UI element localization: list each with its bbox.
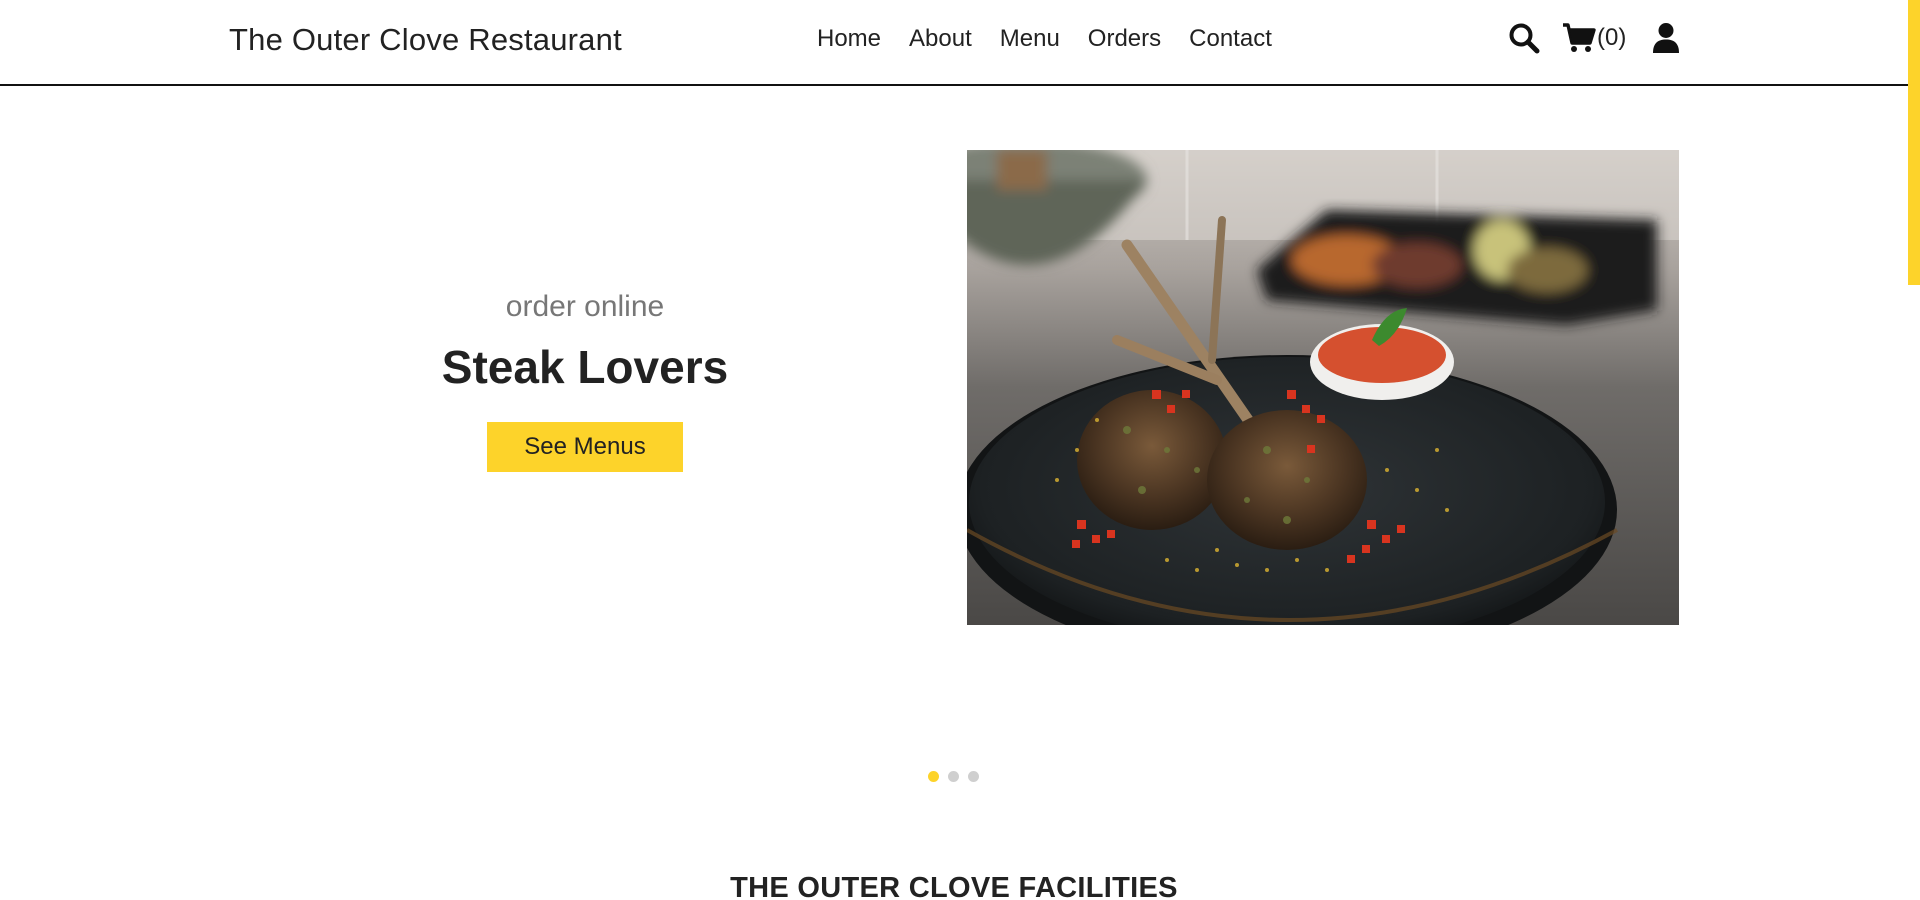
nav-orders-link[interactable]: Orders — [1088, 25, 1161, 53]
carousel-dot-1[interactable] — [928, 771, 939, 782]
carousel-dot-2[interactable] — [948, 771, 959, 782]
search-button[interactable] — [1508, 22, 1540, 54]
hero-image — [967, 150, 1679, 625]
lamb-chops-photo — [967, 150, 1679, 625]
search-icon — [1509, 23, 1540, 54]
hero-subtitle: order online — [505, 290, 665, 323]
facilities-heading: THE OUTER CLOVE FACILITIES — [730, 872, 1178, 900]
main-nav: Home About Menu Orders Contact — [817, 25, 1272, 53]
nav-about-link[interactable]: About — [909, 25, 972, 53]
hero-text: order online Steak Lovers See Menus — [385, 290, 785, 472]
nav-contact-link[interactable]: Contact — [1189, 25, 1272, 53]
carousel-dot-3[interactable] — [968, 771, 979, 782]
user-icon — [1653, 23, 1680, 53]
site-header: The Outer Clove Restaurant Home About Me… — [0, 0, 1908, 86]
cart-icon — [1563, 23, 1596, 52]
nav-menu-link[interactable]: Menu — [1000, 25, 1060, 53]
cart-button[interactable]: (0) — [1562, 22, 1626, 54]
cart-count: (0) — [1597, 24, 1627, 51]
carousel-dots — [928, 771, 979, 782]
hero-title: Steak Lovers — [441, 341, 729, 393]
page: The Outer Clove Restaurant Home About Me… — [0, 0, 1920, 900]
scrollbar-thumb[interactable] — [1908, 0, 1920, 285]
nav-home-link[interactable]: Home — [817, 25, 881, 53]
see-menus-button[interactable]: See Menus — [487, 422, 683, 472]
account-button[interactable] — [1652, 22, 1680, 54]
header-actions: (0) — [1508, 22, 1680, 54]
brand-name[interactable]: The Outer Clove Restaurant — [229, 22, 622, 58]
